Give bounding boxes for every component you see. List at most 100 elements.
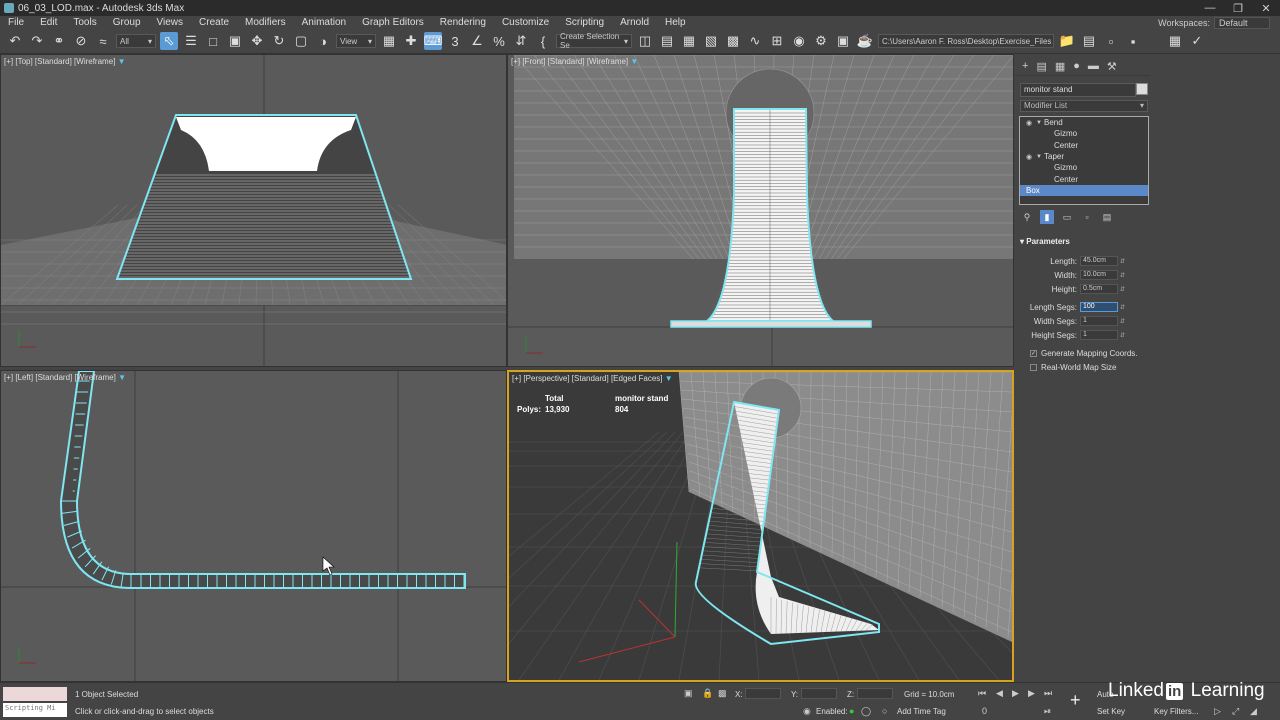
move-icon[interactable]: ✥ <box>248 32 266 50</box>
stack-item-gizmo[interactable]: Gizmo <box>1020 162 1148 173</box>
link-icon[interactable]: ⚭ <box>50 32 68 50</box>
maxscript-input[interactable]: Scripting Mi <box>3 703 67 717</box>
menu-create[interactable]: Create <box>191 17 237 28</box>
project-settings-icon[interactable]: ▫ <box>1102 32 1120 50</box>
hierarchy-tab-icon[interactable]: ▦ <box>1055 60 1065 73</box>
add-time-tag-icon[interactable]: ○ <box>882 706 887 716</box>
x-coord-field[interactable] <box>745 688 781 699</box>
viewport-front[interactable]: [+] [Front] [Standard] [Wireframe] ▼ <box>507 54 1014 367</box>
sync-icon[interactable]: ✓ <box>1188 32 1206 50</box>
workspace-value[interactable]: Default <box>1214 16 1270 29</box>
menu-graph-editors[interactable]: Graph Editors <box>354 17 432 28</box>
set-key-button[interactable]: Set Key <box>1097 707 1125 716</box>
viewport-label[interactable]: [+] [Top] [Standard] [Wireframe] ▼ <box>4 57 126 66</box>
motion-tab-icon[interactable]: ● <box>1073 60 1080 72</box>
angle-snap-icon[interactable]: ∠ <box>468 32 486 50</box>
project-folder-icon[interactable]: 📁 <box>1058 32 1076 50</box>
place-icon[interactable]: ◑ <box>314 32 332 50</box>
project-path[interactable]: C:\Users\Aaron F. Ross\Desktop\Exercise_… <box>878 34 1054 48</box>
checkmark-icon[interactable]: ✓ <box>1030 349 1037 357</box>
pivot-center-icon[interactable]: ▦ <box>380 32 398 50</box>
modifier-stack[interactable]: ◉ ▼ Bend Gizmo Center ◉ ▼ Taper Gizmo Center… <box>1019 116 1149 205</box>
toggle-ribbon-icon[interactable]: ▩ <box>724 32 742 50</box>
viewport-perspective[interactable]: [+] [Perspective] [Standard] [Edged Face… <box>507 370 1014 682</box>
enabled-toggle-icon[interactable]: ● <box>849 706 854 716</box>
show-end-result-icon[interactable]: ▮ <box>1040 210 1054 224</box>
select-manipulate-icon[interactable]: ✚ <box>402 32 420 50</box>
create-tab-icon[interactable]: + <box>1022 60 1028 72</box>
menu-modifiers[interactable]: Modifiers <box>237 17 294 28</box>
filter-icon[interactable]: ▼ <box>665 374 673 383</box>
expand-icon[interactable]: ▼ <box>1034 154 1044 160</box>
project-browse-icon[interactable]: ▪ <box>1124 32 1142 50</box>
rollout-title[interactable]: ▾ Parameters <box>1020 237 1148 246</box>
height-field[interactable]: 0.5cm <box>1080 284 1118 294</box>
stack-item-center[interactable]: Center <box>1020 140 1148 151</box>
close-icon[interactable]: ✕ <box>1252 2 1280 15</box>
redo-icon[interactable]: ↷ <box>28 32 46 50</box>
real-world-map-checkbox[interactable]: Real-World Map Size <box>1020 360 1148 374</box>
z-coord-field[interactable] <box>857 688 893 699</box>
frame-field[interactable]: 0 <box>982 706 987 716</box>
time-config-icon[interactable]: ▷ <box>1214 706 1221 717</box>
configure-sets-icon[interactable]: ▤ <box>1100 210 1114 224</box>
isolate-selection-icon[interactable]: ▣ <box>684 688 693 699</box>
menu-arnold[interactable]: Arnold <box>612 17 657 28</box>
scene-explorer-icon[interactable]: ▦ <box>680 32 698 50</box>
width-segs-field[interactable]: 1 <box>1080 316 1118 326</box>
adaptive-degradation-icon[interactable]: ◉ <box>803 706 811 717</box>
add-time-tag[interactable]: Add Time Tag <box>897 707 946 716</box>
window-crossing-icon[interactable]: ▣ <box>226 32 244 50</box>
generate-mapping-checkbox[interactable]: ✓ Generate Mapping Coords. <box>1020 346 1148 360</box>
viewport-label[interactable]: [+] [Left] [Standard] [Wireframe] ▼ <box>4 373 126 382</box>
viewport-label[interactable]: [+] [Front] [Standard] [Wireframe] ▼ <box>511 57 638 66</box>
menu-tools[interactable]: Tools <box>65 17 104 28</box>
length-segs-field[interactable]: 100 <box>1080 302 1118 312</box>
select-object-icon[interactable]: ⬁ <box>160 32 178 50</box>
scale-icon[interactable]: ▢ <box>292 32 310 50</box>
previous-frame-icon[interactable]: ◀ <box>996 688 1003 699</box>
stack-item-center[interactable]: Center <box>1020 173 1148 184</box>
menu-views[interactable]: Views <box>149 17 192 28</box>
field-of-view-icon[interactable]: ◢ <box>1250 706 1257 717</box>
object-name-field[interactable]: monitor stand <box>1020 83 1136 97</box>
layer-explorer-icon[interactable]: ▧ <box>702 32 720 50</box>
save-scene-icon[interactable]: ▦ <box>1166 32 1184 50</box>
length-field[interactable]: 45.0cm <box>1080 256 1118 266</box>
selection-filter-dropdown[interactable]: All ▾ <box>116 34 156 48</box>
maxscript-listener[interactable]: Scripting Mi <box>3 687 67 718</box>
spinner-icon[interactable]: ⇵ <box>1120 304 1125 311</box>
spinner-icon[interactable]: ⇵ <box>1120 332 1125 339</box>
render-icon[interactable]: ☕ <box>856 32 874 50</box>
pin-stack-icon[interactable]: ⚲ <box>1020 210 1034 224</box>
rendered-frame-icon[interactable]: ▣ <box>834 32 852 50</box>
spinner-icon[interactable]: ⇵ <box>1120 286 1125 293</box>
stack-item-taper[interactable]: ◉ ▼ Taper <box>1020 151 1148 162</box>
make-unique-icon[interactable]: ▭ <box>1060 210 1074 224</box>
expand-icon[interactable]: ▼ <box>1034 120 1044 126</box>
rotate-icon[interactable]: ↻ <box>270 32 288 50</box>
menu-group[interactable]: Group <box>105 17 149 28</box>
stack-item-box[interactable]: Box <box>1020 184 1148 197</box>
stack-item-bend[interactable]: ◉ ▼ Bend <box>1020 117 1148 128</box>
curve-editor-icon[interactable]: ∿ <box>746 32 764 50</box>
viewport-label[interactable]: [+] [Perspective] [Standard] [Edged Face… <box>512 374 673 383</box>
workspace-selector[interactable]: Workspaces: Default <box>1158 16 1280 29</box>
width-field[interactable]: 10.0cm <box>1080 270 1118 280</box>
absolute-mode-icon[interactable]: ▩ <box>718 688 727 699</box>
filter-icon[interactable]: ▼ <box>630 57 638 66</box>
spinner-icon[interactable]: ⇵ <box>1120 272 1125 279</box>
key-mode-icon[interactable]: ⏯ <box>1044 706 1051 717</box>
stack-item-gizmo[interactable]: Gizmo <box>1020 128 1148 139</box>
restore-icon[interactable]: ❐ <box>1224 2 1252 15</box>
object-color-swatch[interactable] <box>1136 83 1148 95</box>
maxscript-output[interactable] <box>3 687 67 701</box>
zoom-extents-icon[interactable]: ⤢ <box>1232 706 1239 717</box>
viewport-top[interactable]: [+] [Top] [Standard] [Wireframe] ▼ <box>0 54 507 367</box>
unlink-icon[interactable]: ⊘ <box>72 32 90 50</box>
project-icon[interactable]: ▤ <box>1080 32 1098 50</box>
time-tag-icon[interactable]: ◯ <box>861 706 871 717</box>
ref-coord-dropdown[interactable]: View ▾ <box>336 34 376 48</box>
spinner-icon[interactable]: ⇵ <box>1120 318 1125 325</box>
go-to-start-icon[interactable]: ⏮ <box>978 688 986 699</box>
